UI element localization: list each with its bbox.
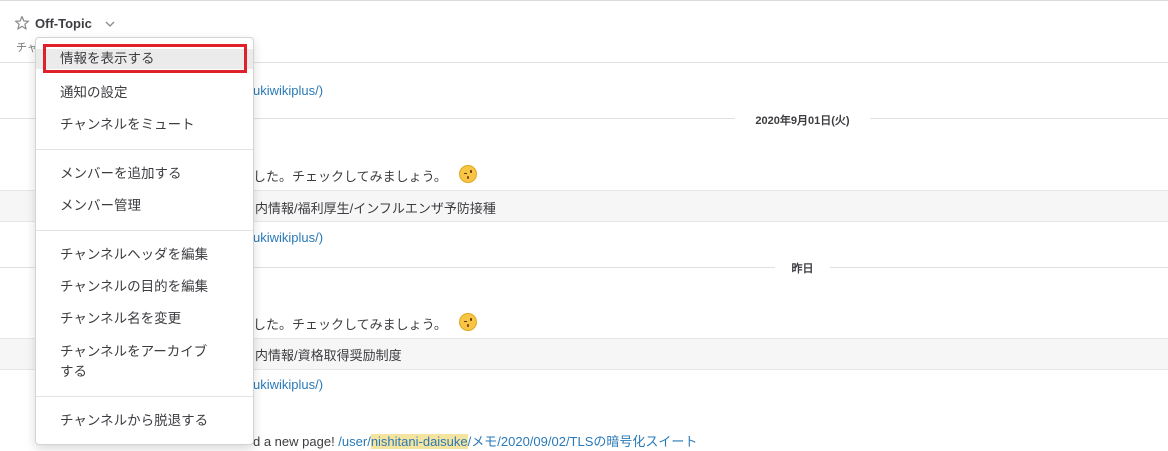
date-separator: 昨日 (791, 263, 814, 275)
menu-item-leave-channel[interactable]: チャンネルから脱退する (36, 411, 253, 431)
date-separator-line-right (830, 267, 1168, 268)
menu-item-archive-channel-cont[interactable]: する (36, 362, 253, 382)
page-link-username[interactable]: nishitani-daisuke (370, 434, 468, 449)
attachment-title[interactable]: 内情報/福利厚生/インフルエンザ予防接種 (255, 198, 496, 217)
menu-divider (36, 230, 253, 231)
menu-divider (36, 149, 253, 150)
channel-view: Off-Topic チャ ukiwikiplus/) 2020年9月01日(火)… (0, 0, 1168, 451)
menu-item-mute-channel[interactable]: チャンネルをミュート (36, 115, 253, 135)
message-link[interactable]: ukiwikiplus/) (253, 377, 323, 392)
date-separator-line-right (870, 118, 1168, 119)
winking-face-emoji-icon (459, 313, 477, 331)
menu-item-manage-members[interactable]: メンバー管理 (36, 196, 253, 216)
page-link-user-prefix[interactable]: /user/ (338, 434, 371, 449)
channel-name[interactable]: Off-Topic (35, 16, 92, 31)
channel-menu-dropdown: 情報を表示する 通知の設定 チャンネルをミュート メンバーを追加する メンバー管… (35, 37, 254, 445)
menu-item-edit-purpose[interactable]: チャンネルの目的を編集 (36, 277, 253, 297)
message-link[interactable]: ukiwikiplus/) (253, 230, 323, 245)
star-icon[interactable] (14, 15, 30, 31)
winking-face-emoji-icon (459, 165, 477, 183)
date-separator: 2020年9月01日(火) (755, 115, 850, 127)
message-prefix: d a new page! (253, 434, 339, 449)
menu-item-notification-settings[interactable]: 通知の設定 (36, 83, 253, 103)
chevron-down-icon[interactable] (104, 18, 116, 30)
message-text: した。チェックしてみましょう。 (253, 169, 447, 184)
page-link-path[interactable]: /メモ/2020/09/02/TLSの暗号化スイート (468, 434, 698, 449)
highlight-annotation-box (43, 44, 247, 73)
menu-item-edit-header[interactable]: チャンネルヘッダを編集 (36, 245, 253, 265)
message-text: した。チェックしてみましょう。 (253, 317, 447, 332)
attachment-title[interactable]: 内情報/資格取得奨励制度 (255, 345, 402, 364)
menu-item-add-members[interactable]: メンバーを追加する (36, 164, 253, 184)
menu-item-archive-channel[interactable]: チャンネルをアーカイブ (36, 342, 253, 362)
menu-divider (36, 396, 253, 397)
message-text-bottom: d a new page! /user/nishitani-daisuke/メモ… (253, 431, 697, 450)
message-link[interactable]: ukiwikiplus/) (253, 83, 323, 98)
menu-item-rename-channel[interactable]: チャンネル名を変更 (36, 309, 253, 329)
